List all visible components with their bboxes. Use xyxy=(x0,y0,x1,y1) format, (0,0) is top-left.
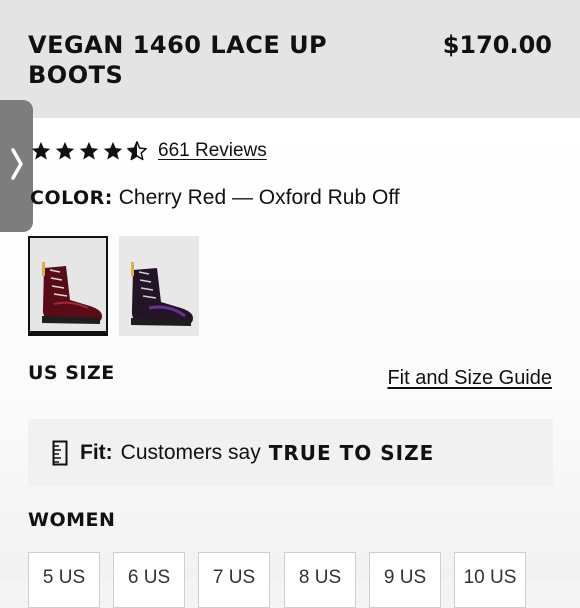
star-icon xyxy=(31,141,51,160)
star-icon xyxy=(55,141,75,160)
ruler-icon xyxy=(52,440,68,466)
color-swatch-purple[interactable] xyxy=(119,236,199,336)
color-swatch-cherry-red[interactable] xyxy=(28,236,108,336)
size-button-10[interactable]: 10 US xyxy=(454,552,526,608)
size-button-6[interactable]: 6 US xyxy=(113,552,185,608)
chevron-right-icon xyxy=(9,146,25,187)
boot-image xyxy=(30,238,106,331)
us-size-heading: US SIZE xyxy=(28,362,115,384)
size-button-5[interactable]: 5 US xyxy=(28,552,100,608)
size-button-8[interactable]: 8 US xyxy=(284,552,356,608)
star-icon xyxy=(103,141,123,160)
color-label: COLOR: xyxy=(30,187,113,209)
fit-label: Fit: xyxy=(80,440,113,464)
fit-size-guide-link[interactable]: Fit and Size Guide xyxy=(387,367,552,390)
boot-image xyxy=(119,236,199,336)
product-header: VEGAN 1460 LACE UP BOOTS $170.00 xyxy=(0,0,580,118)
product-price: $170.00 xyxy=(442,31,552,59)
rating-row: 661 Reviews xyxy=(30,139,267,163)
size-button-9[interactable]: 9 US xyxy=(369,552,441,608)
star-icon xyxy=(79,141,99,160)
fit-info-box: Fit: Customers say TRUE TO SIZE xyxy=(28,419,553,486)
fit-value: TRUE TO SIZE xyxy=(268,440,435,465)
star-rating xyxy=(30,140,148,162)
color-value: Cherry Red — Oxford Rub Off xyxy=(118,186,400,209)
fit-text: Customers say xyxy=(120,440,261,464)
product-title: VEGAN 1460 LACE UP BOOTS xyxy=(28,31,328,89)
size-button-7[interactable]: 7 US xyxy=(198,552,270,608)
color-selection: COLOR: Cherry Red — Oxford Rub Off xyxy=(30,186,400,210)
half-star-icon xyxy=(127,141,147,161)
women-size-heading: WOMEN xyxy=(28,509,116,531)
reviews-link[interactable]: 661 Reviews xyxy=(158,140,267,162)
side-panel-tab[interactable] xyxy=(0,100,33,232)
